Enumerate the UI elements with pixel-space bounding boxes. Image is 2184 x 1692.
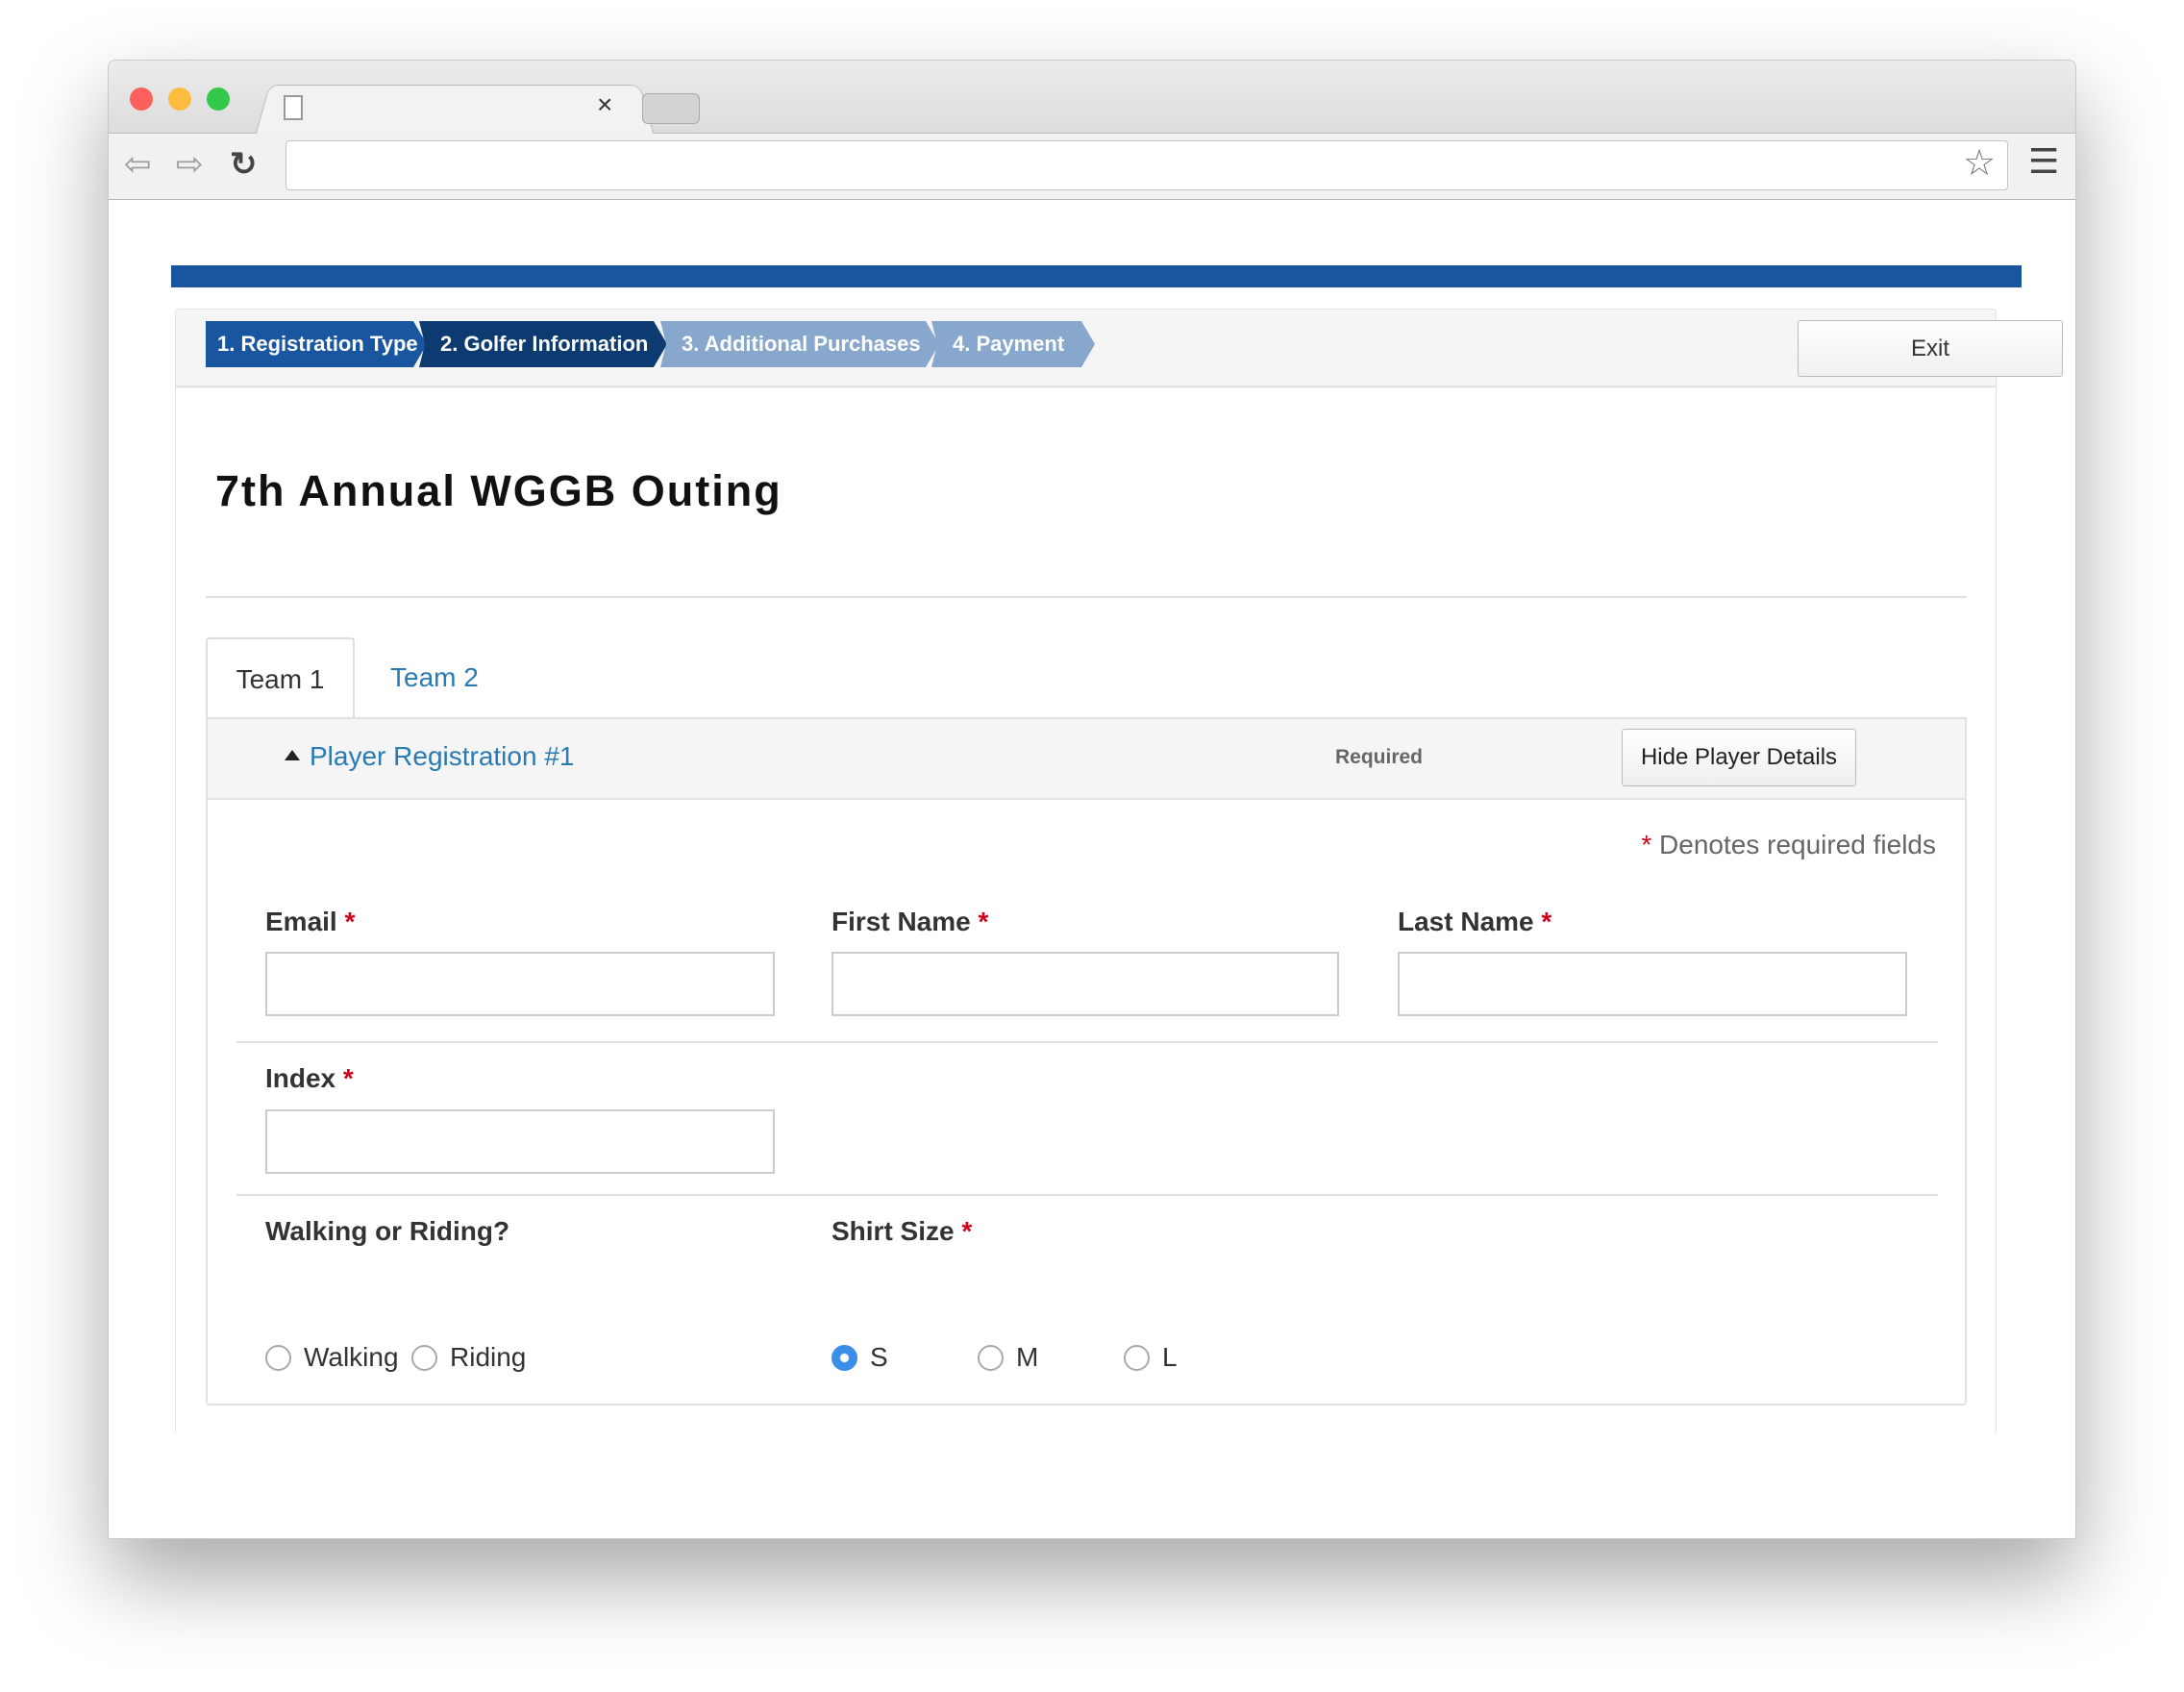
minimize-window-button[interactable] [168, 87, 191, 111]
collapse-caret-icon[interactable] [285, 750, 300, 760]
last-name-field[interactable] [1398, 952, 1907, 1016]
email-label-text: Email [265, 907, 337, 936]
email-field[interactable] [265, 952, 775, 1016]
shirt-size-l-label[interactable]: L [1162, 1342, 1178, 1373]
riding-radio[interactable] [411, 1345, 437, 1371]
player-panel: Player Registration #1 Required Hide Pla… [206, 717, 1967, 1406]
tab-close-icon[interactable]: × [597, 89, 612, 120]
walking-option-label[interactable]: Walking [304, 1342, 399, 1373]
player-registration-title[interactable]: Player Registration #1 [310, 741, 574, 772]
required-asterisk: * [344, 907, 356, 936]
page-icon [284, 95, 303, 120]
status-badge: Required [1335, 746, 1424, 768]
first-name-label-text: First Name [831, 907, 971, 936]
walking-riding-label: Walking or Riding? [265, 1216, 510, 1246]
close-window-button[interactable] [130, 87, 153, 111]
required-note-text: Denotes required fields [1659, 830, 1936, 859]
menu-icon[interactable]: ☰ [2028, 141, 2059, 182]
riding-option-label[interactable]: Riding [450, 1342, 526, 1373]
exit-button[interactable]: Exit [1798, 320, 2063, 377]
index-label: Index * [265, 1063, 354, 1094]
step-payment[interactable]: 4. Payment [931, 321, 1095, 367]
title-divider [206, 596, 1967, 598]
hide-player-details-button[interactable]: Hide Player Details [1622, 729, 1856, 786]
row-divider [236, 1194, 1938, 1196]
required-asterisk: * [1641, 830, 1652, 859]
browser-tab[interactable] [255, 85, 655, 136]
step-registration-type[interactable]: 1. Registration Type [206, 321, 427, 367]
shirt-size-label-text: Shirt Size [831, 1216, 955, 1246]
required-asterisk: * [978, 907, 989, 936]
title-bar: × [109, 61, 2075, 136]
required-asterisk: * [342, 1063, 354, 1093]
required-asterisk: * [961, 1216, 973, 1246]
shirt-size-m-label[interactable]: M [1016, 1342, 1038, 1373]
tab-team-2[interactable]: Team 2 [390, 637, 479, 718]
player-panel-header: Player Registration #1 Required Hide Pla… [208, 719, 1965, 800]
index-field[interactable] [265, 1109, 775, 1174]
back-arrow-icon[interactable]: ⇦ [124, 145, 152, 184]
star-icon[interactable]: ☆ [1963, 141, 1996, 185]
first-name-field[interactable] [831, 952, 1339, 1016]
steps-header: 1. Registration Type 2. Golfer Informati… [176, 310, 2063, 387]
required-note: * Denotes required fields [1641, 830, 1936, 860]
step-additional-purchases[interactable]: 3. Additional Purchases [660, 321, 939, 367]
browser-window: × ⇦ ⇨ ↻ ☆ ☰ 1. Registration Type 2. Golf… [108, 60, 2076, 1539]
walking-radio[interactable] [265, 1345, 291, 1371]
event-title: 7th Annual WGGB Outing [215, 466, 782, 515]
shirt-size-s-radio[interactable] [831, 1345, 857, 1371]
email-label: Email * [265, 907, 355, 937]
last-name-label-text: Last Name [1398, 907, 1534, 936]
reload-icon[interactable]: ↻ [230, 145, 258, 184]
first-name-label: First Name * [831, 907, 988, 937]
shirt-size-s-label[interactable]: S [870, 1342, 888, 1373]
new-tab-button[interactable] [642, 93, 700, 124]
last-name-label: Last Name * [1398, 907, 1551, 937]
maximize-window-button[interactable] [207, 87, 230, 111]
index-label-text: Index [265, 1063, 336, 1093]
shirt-size-label: Shirt Size * [831, 1216, 972, 1247]
shirt-size-m-radio[interactable] [978, 1345, 1004, 1371]
forward-arrow-icon[interactable]: ⇨ [176, 145, 204, 184]
brand-bar [171, 265, 2022, 287]
step-golfer-information[interactable]: 2. Golfer Information [419, 321, 667, 367]
row-divider [236, 1041, 1938, 1043]
toolbar: ⇦ ⇨ ↻ ☆ ☰ [109, 134, 2075, 200]
address-bar[interactable] [285, 140, 2008, 190]
required-asterisk: * [1541, 907, 1552, 936]
shirt-size-l-radio[interactable] [1124, 1345, 1150, 1371]
tab-team-1[interactable]: Team 1 [206, 637, 355, 719]
